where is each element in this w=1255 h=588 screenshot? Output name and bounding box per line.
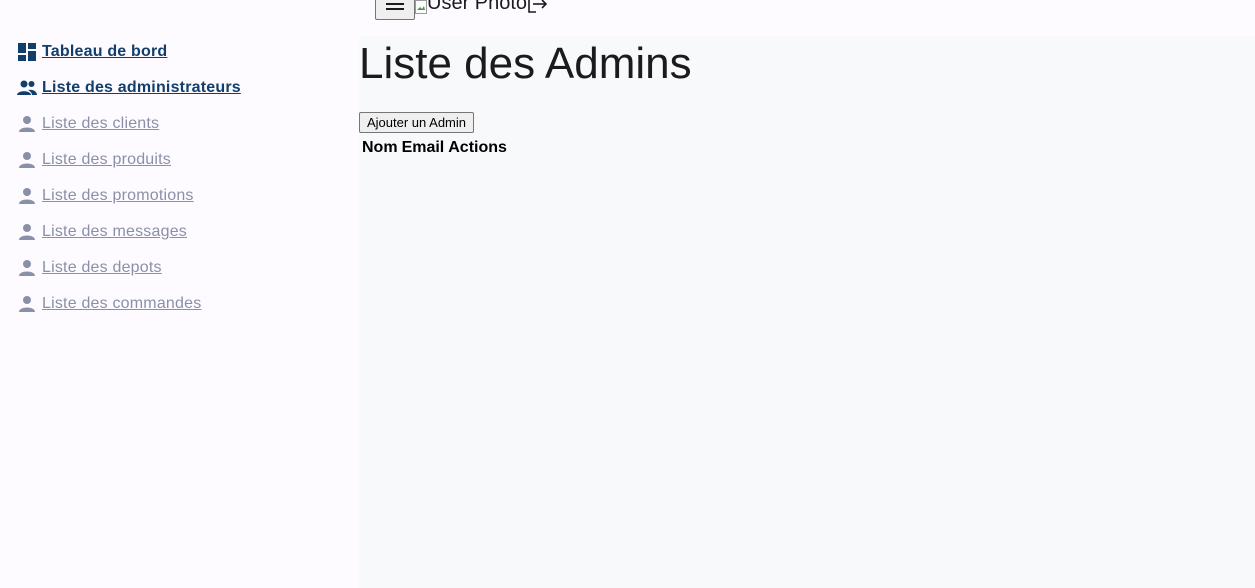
topbar: User Photo — [359, 0, 1255, 36]
page-title: Liste des Admins — [359, 39, 692, 88]
column-header-nom: Nom — [362, 139, 398, 156]
sidebar-item-label: Liste des messages — [42, 223, 188, 240]
sidebar-item-dashboard[interactable]: Tableau de bord — [16, 34, 241, 70]
group-icon — [16, 77, 38, 99]
sidebar-item-label: Tableau de bord — [42, 43, 168, 60]
sidebar-item-depots[interactable]: Liste des depots — [16, 250, 241, 286]
sidebar-item-label: Liste des commandes — [42, 295, 202, 312]
person-icon — [16, 221, 38, 243]
main-content: Liste des Admins Ajouter un Admin Nom Em… — [359, 36, 1255, 588]
table-header-row: Nom Email Actions — [362, 139, 511, 157]
sidebar-item-label: Liste des depots — [42, 259, 162, 276]
sidebar: Tableau de bord Liste des administrateur… — [0, 0, 359, 588]
sidebar-nav: Tableau de bord Liste des administrateur… — [16, 34, 241, 322]
dashboard-icon — [16, 41, 38, 63]
logout-icon[interactable] — [527, 0, 549, 15]
person-icon — [16, 185, 38, 207]
sidebar-item-promotions[interactable]: Liste des promotions — [16, 178, 241, 214]
admins-table: Nom Email Actions — [362, 139, 511, 157]
user-photo-alt-text: User Photo — [427, 0, 528, 14]
column-header-actions: Actions — [448, 139, 507, 156]
menu-button[interactable] — [375, 0, 415, 20]
broken-image-icon — [415, 0, 427, 14]
hamburger-icon — [385, 0, 405, 16]
sidebar-item-admins[interactable]: Liste des administrateurs — [16, 70, 241, 106]
sidebar-item-messages[interactable]: Liste des messages — [16, 214, 241, 250]
sidebar-item-clients[interactable]: Liste des clients — [16, 106, 241, 142]
sidebar-item-commandes[interactable]: Liste des commandes — [16, 286, 241, 322]
person-icon — [16, 113, 38, 135]
sidebar-item-label: Liste des administrateurs — [42, 79, 241, 96]
column-header-email: Email — [401, 139, 445, 156]
sidebar-item-produits[interactable]: Liste des produits — [16, 142, 241, 178]
sidebar-item-label: Liste des produits — [42, 151, 172, 168]
person-icon — [16, 257, 38, 279]
add-admin-button[interactable]: Ajouter un Admin — [359, 112, 475, 133]
sidebar-item-label: Liste des promotions — [42, 187, 194, 204]
user-photo: User Photo — [415, 0, 549, 15]
sidebar-item-label: Liste des clients — [42, 115, 160, 132]
person-icon — [16, 293, 38, 315]
person-icon — [16, 149, 38, 171]
